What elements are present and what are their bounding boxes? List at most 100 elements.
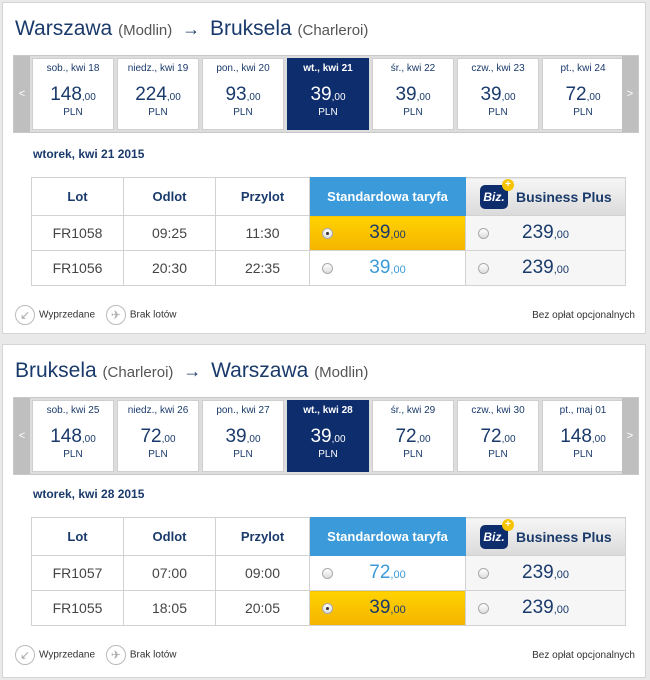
fare-radio[interactable] <box>322 568 333 579</box>
standard-fare-cell[interactable]: 39,00 <box>309 215 466 251</box>
date-tile-currency: PLN <box>148 107 168 118</box>
fare-price: 239,00 <box>522 222 569 243</box>
table-row: FR1056 20:30 22:35 39,00 239,00 <box>31 250 626 286</box>
standard-fare-cell[interactable]: 39,00 <box>309 590 466 626</box>
chevron-left-icon[interactable]: < <box>14 398 30 474</box>
date-tile[interactable]: pt., maj 01 148,00 PLN <box>542 400 624 472</box>
date-tile[interactable]: niedz., kwi 26 72,00 PLN <box>117 400 199 472</box>
date-tile[interactable]: pt., kwi 24 72,00 PLN <box>542 58 624 130</box>
date-tile-currency: PLN <box>63 449 83 460</box>
table-header-row: Lot Odlot Przylot Standardowa taryfa Biz… <box>31 517 626 556</box>
flight-number: FR1056 <box>31 250 124 286</box>
date-tile[interactable]: śr., kwi 22 39,00 PLN <box>372 58 454 130</box>
date-tile-currency: PLN <box>573 449 593 460</box>
date-tile-currency: PLN <box>488 107 508 118</box>
date-tile-price: 39,00 <box>480 84 516 105</box>
col-arrive: Przylot <box>215 177 310 216</box>
business-plus-logo: Biz. + <box>480 178 514 209</box>
business-fare-cell[interactable]: 239,00 <box>465 215 626 251</box>
date-tile-currency: PLN <box>573 107 593 118</box>
date-tile-currency: PLN <box>318 107 338 118</box>
selected-date-heading: wtorek, kwi 28 2015 <box>33 487 145 501</box>
date-tile-currency: PLN <box>318 449 338 460</box>
date-tile-price: 39,00 <box>310 426 346 447</box>
standard-fare-cell[interactable]: 39,00 <box>309 250 466 286</box>
date-tile-label: niedz., kwi 19 <box>127 63 189 74</box>
no-flights-icon: ✈ <box>105 305 126 325</box>
chevron-right-icon[interactable]: > <box>622 56 638 132</box>
selected-date-heading: wtorek, kwi 21 2015 <box>33 147 145 161</box>
business-fare-cell[interactable]: 239,00 <box>465 555 626 591</box>
origin-city: Warszawa <box>15 17 113 40</box>
fare-radio[interactable] <box>322 263 333 274</box>
table-row: FR1058 09:25 11:30 39,00 239,00 <box>31 215 626 251</box>
route-heading: Warszawa (Modlin) → Bruksela (Charleroi) <box>15 17 368 45</box>
date-tile-label: śr., kwi 22 <box>390 63 436 74</box>
return-panel: Bruksela (Charleroi) → Warszawa (Modlin)… <box>2 344 646 678</box>
depart-time: 07:00 <box>123 555 216 591</box>
date-tile-currency: PLN <box>148 449 168 460</box>
date-tile[interactable]: pon., kwi 27 39,00 PLN <box>202 400 284 472</box>
plus-icon: + <box>502 518 514 531</box>
date-tile-price: 148,00 <box>560 426 606 447</box>
col-standard-fare: Standardowa taryfa <box>309 177 466 216</box>
date-tile[interactable]: sob., kwi 18 148,00 PLN <box>32 58 114 130</box>
date-tile-price: 39,00 <box>395 84 431 105</box>
destination-city: Bruksela <box>209 17 292 40</box>
business-fare-cell[interactable]: 239,00 <box>465 590 626 626</box>
date-tile-price: 224,00 <box>135 84 181 105</box>
table-row: FR1055 18:05 20:05 39,00 239,00 <box>31 590 626 626</box>
no-flights-icon: ✈ <box>105 645 126 665</box>
date-tile-label: czw., kwi 30 <box>471 405 525 416</box>
business-fare-cell[interactable]: 239,00 <box>465 250 626 286</box>
fare-radio[interactable] <box>478 263 489 274</box>
date-tile-selected[interactable]: wt., kwi 28 39,00 PLN <box>287 400 369 472</box>
legend: ↙ Wyprzedane ✈ Brak lotów <box>15 645 185 665</box>
fare-radio[interactable] <box>322 603 333 614</box>
depart-time: 20:30 <box>123 250 216 286</box>
date-tile-label: pt., maj 01 <box>559 405 607 416</box>
fare-radio[interactable] <box>322 228 333 239</box>
date-tile[interactable]: sob., kwi 25 148,00 PLN <box>32 400 114 472</box>
flight-number: FR1055 <box>31 590 124 626</box>
date-tile-price: 72,00 <box>565 84 601 105</box>
origin-city: Bruksela <box>15 359 97 382</box>
destination-airport: (Charleroi) <box>297 22 369 39</box>
date-tile[interactable]: pon., kwi 20 93,00 PLN <box>202 58 284 130</box>
col-depart: Odlot <box>123 517 216 556</box>
origin-airport: (Charleroi) <box>102 364 174 381</box>
flights-table: Lot Odlot Przylot Standardowa taryfa Biz… <box>31 517 626 626</box>
date-tile-price: 72,00 <box>140 426 176 447</box>
destination-city: Warszawa <box>211 359 309 382</box>
arrive-time: 09:00 <box>215 555 310 591</box>
sold-out-icon: ↙ <box>15 645 35 665</box>
table-row: FR1057 07:00 09:00 72,00 239,00 <box>31 555 626 591</box>
chevron-left-icon[interactable]: < <box>14 56 30 132</box>
date-tile[interactable]: niedz., kwi 19 224,00 PLN <box>117 58 199 130</box>
date-tile-label: pon., kwi 27 <box>216 405 270 416</box>
date-tile-label: wt., kwi 21 <box>303 63 353 74</box>
fare-radio[interactable] <box>478 568 489 579</box>
date-tile-price: 148,00 <box>50 426 96 447</box>
fare-radio[interactable] <box>478 228 489 239</box>
date-tile[interactable]: czw., kwi 23 39,00 PLN <box>457 58 539 130</box>
date-tile[interactable]: czw., kwi 30 72,00 PLN <box>457 400 539 472</box>
date-tile-label: czw., kwi 23 <box>471 63 525 74</box>
date-tile-label: wt., kwi 28 <box>303 405 353 416</box>
date-tile[interactable]: śr., kwi 29 72,00 PLN <box>372 400 454 472</box>
date-tile-price: 39,00 <box>225 426 261 447</box>
sold-out-icon: ↙ <box>15 305 35 325</box>
chevron-right-icon[interactable]: > <box>622 398 638 474</box>
fare-radio[interactable] <box>478 603 489 614</box>
optional-fees-note: Bez opłat opcjonalnych <box>532 310 635 321</box>
business-plus-logo: Biz. + <box>480 518 514 549</box>
flight-number: FR1057 <box>31 555 124 591</box>
date-tile-selected[interactable]: wt., kwi 21 39,00 PLN <box>287 58 369 130</box>
fare-price: 239,00 <box>522 562 569 583</box>
date-carousel: < sob., kwi 18 148,00 PLN niedz., kwi 19… <box>13 55 639 133</box>
date-tile-label: niedz., kwi 26 <box>127 405 189 416</box>
fare-price: 39,00 <box>369 257 406 278</box>
standard-fare-cell[interactable]: 72,00 <box>309 555 466 591</box>
depart-time: 09:25 <box>123 215 216 251</box>
flights-table: Lot Odlot Przylot Standardowa taryfa Biz… <box>31 177 626 286</box>
